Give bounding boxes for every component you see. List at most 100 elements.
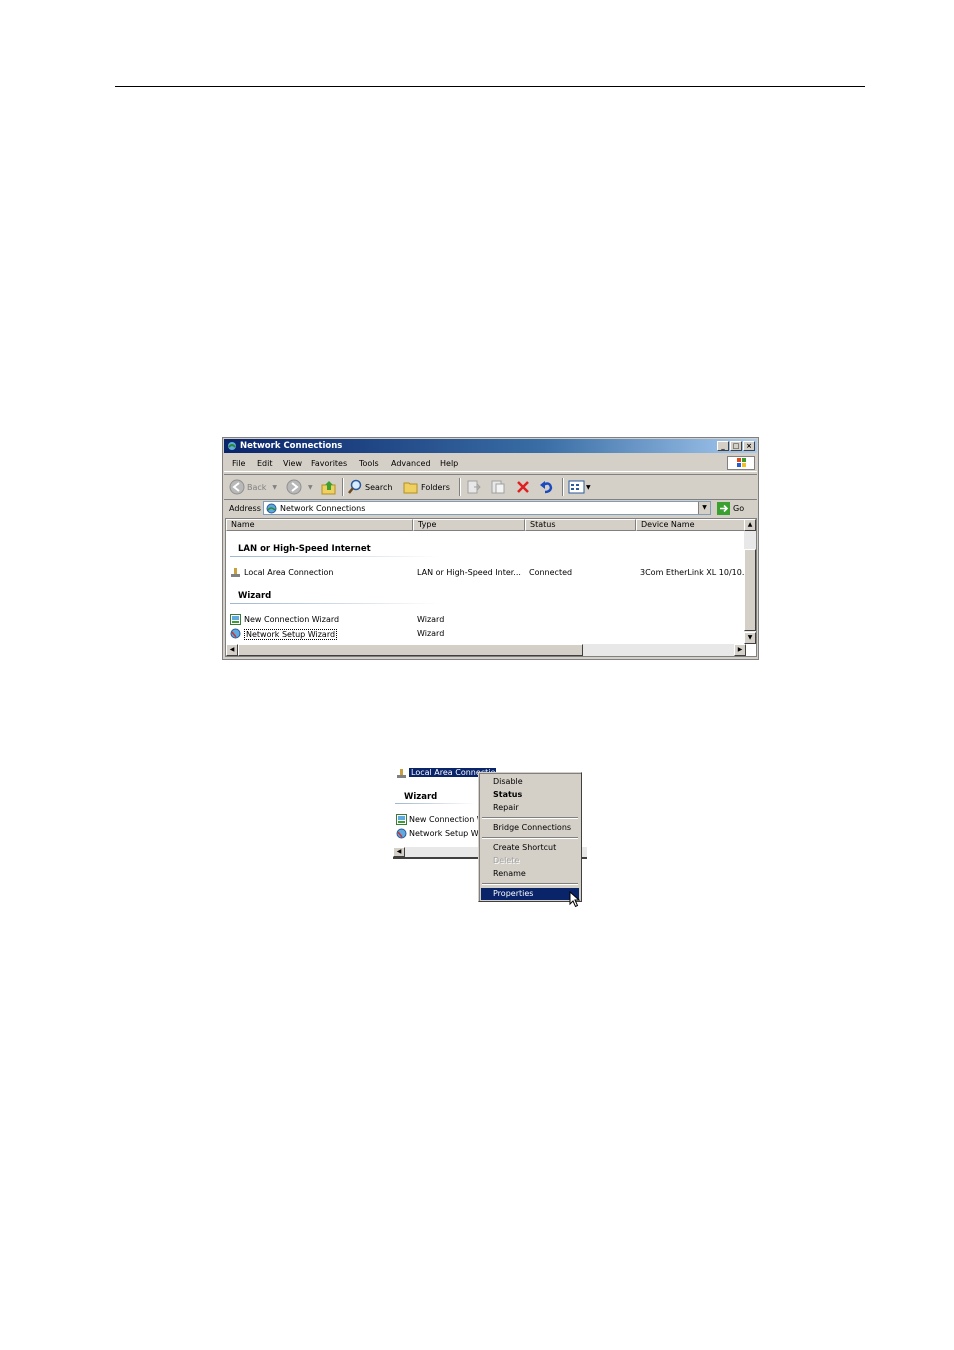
title-bar[interactable]: Network Connections _ □ × xyxy=(224,439,757,453)
copy-to-icon xyxy=(491,480,505,494)
scroll-right-icon[interactable]: ▶ xyxy=(734,644,746,656)
group-divider xyxy=(395,803,475,804)
up-folder-icon xyxy=(321,481,336,495)
back-arrow-icon xyxy=(229,479,245,495)
horizontal-scrollbar[interactable]: ◀ ▶ xyxy=(226,644,746,656)
menu-tools[interactable]: Tools xyxy=(359,459,379,468)
search-button[interactable]: Search xyxy=(347,479,392,495)
row-type: LAN or High-Speed Inter... xyxy=(417,568,521,577)
row-type: Wizard xyxy=(417,615,445,624)
toolbar: Back ▼ ▼ Search Folders ▼ xyxy=(224,474,757,500)
address-field[interactable]: Network Connections ▼ xyxy=(263,501,711,515)
go-button[interactable]: Go xyxy=(717,501,744,515)
group-header-lan: LAN or High-Speed Internet xyxy=(238,544,371,554)
network-globe-icon xyxy=(266,503,277,514)
vertical-scroll-thumb[interactable] xyxy=(744,549,756,631)
connections-list: Name Type Status Device Name LAN or High… xyxy=(225,518,757,657)
go-arrow-icon xyxy=(717,501,730,515)
row-type: Wizard xyxy=(417,629,445,638)
views-button[interactable]: ▼ xyxy=(568,479,591,495)
copy-to-button[interactable] xyxy=(490,479,506,495)
column-header-type[interactable]: Type xyxy=(413,519,525,531)
row-device: 3Com EtherLink XL 10/10... xyxy=(640,568,750,577)
lan-connection-icon xyxy=(231,568,240,577)
toolbar-separator xyxy=(562,478,564,496)
horizontal-scroll-thumb[interactable] xyxy=(238,644,583,656)
delete-button[interactable] xyxy=(515,479,531,495)
group-divider xyxy=(230,556,440,557)
scroll-down-icon[interactable]: ▼ xyxy=(744,632,756,644)
menu-advanced[interactable]: Advanced xyxy=(391,459,431,468)
lan-connection-icon xyxy=(397,769,406,778)
toolbar-separator xyxy=(459,478,461,496)
back-dropdown-icon[interactable]: ▼ xyxy=(272,484,277,491)
move-to-button[interactable] xyxy=(466,479,482,495)
menu-edit[interactable]: Edit xyxy=(257,459,273,468)
address-value: Network Connections xyxy=(280,504,366,513)
scroll-up-icon[interactable]: ▲ xyxy=(744,519,756,531)
address-bar: Address Network Connections ▼ Go xyxy=(224,500,757,516)
vertical-scrollbar[interactable]: ▲ ▼ xyxy=(744,519,756,644)
search-icon xyxy=(348,479,362,494)
menu-separator xyxy=(482,883,578,885)
menu-file[interactable]: File xyxy=(232,459,245,468)
forward-dropdown-icon[interactable]: ▼ xyxy=(308,484,313,491)
toolbar-separator xyxy=(342,478,344,496)
group-header-wizard: Wizard xyxy=(404,792,438,802)
scroll-left-icon[interactable]: ◀ xyxy=(226,644,238,656)
menu-favorites[interactable]: Favorites xyxy=(311,459,347,468)
windows-logo-icon xyxy=(727,456,755,470)
row-name: Local Area Connection xyxy=(244,568,334,577)
folders-button[interactable]: Folders xyxy=(403,479,450,495)
menu-item-delete: Delete xyxy=(493,856,520,865)
row-status: Connected xyxy=(529,568,573,577)
minimize-button[interactable]: _ xyxy=(717,441,729,451)
group-header-wizard: Wizard xyxy=(238,591,272,601)
menu-separator xyxy=(482,837,578,839)
row-name: Network Setup Wizard xyxy=(244,629,338,640)
network-setup-wizard-icon xyxy=(396,828,407,839)
column-header-name[interactable]: Name xyxy=(226,519,413,531)
menu-item-status[interactable]: Status xyxy=(481,789,579,801)
row-name: New Connection Wizard xyxy=(244,615,340,624)
menu-separator xyxy=(482,817,578,819)
page-header-rule xyxy=(115,86,865,87)
list-item[interactable]: Network Setup Wi xyxy=(409,829,481,838)
menu-bar: File Edit View Favorites Tools Advanced … xyxy=(224,455,757,472)
menu-item-bridge-connections[interactable]: Bridge Connections xyxy=(481,822,579,834)
address-dropdown-icon[interactable]: ▼ xyxy=(698,502,710,514)
undo-button[interactable] xyxy=(539,479,555,495)
column-header-status[interactable]: Status xyxy=(525,519,636,531)
menu-help[interactable]: Help xyxy=(440,459,458,468)
menu-item-rename[interactable]: Rename xyxy=(481,868,579,880)
views-dropdown-icon[interactable]: ▼ xyxy=(586,484,591,491)
network-setup-wizard-icon xyxy=(230,628,241,639)
mouse-cursor-icon xyxy=(569,891,581,908)
scroll-left-icon[interactable]: ◀ xyxy=(393,847,405,857)
context-menu: Disable Status Repair Bridge Connections… xyxy=(478,772,582,902)
back-button[interactable]: Back ▼ xyxy=(229,479,277,495)
network-connections-window: Network Connections _ □ × File Edit View… xyxy=(222,437,759,660)
address-label: Address xyxy=(229,504,261,513)
close-button[interactable]: × xyxy=(743,441,755,451)
menu-item-create-shortcut[interactable]: Create Shortcut xyxy=(481,842,579,854)
column-header-device-name[interactable]: Device Name xyxy=(636,519,746,531)
network-connections-icon xyxy=(228,442,236,450)
window-title: Network Connections xyxy=(240,441,343,451)
menu-item-repair[interactable]: Repair xyxy=(481,802,579,814)
views-grid-icon xyxy=(568,480,585,494)
folders-icon xyxy=(403,482,418,494)
new-connection-wizard-icon xyxy=(396,814,407,825)
group-divider xyxy=(230,603,440,604)
forward-arrow-icon xyxy=(286,479,302,495)
new-connection-wizard-icon xyxy=(230,614,241,625)
menu-item-disable[interactable]: Disable xyxy=(481,776,579,788)
menu-item-properties[interactable]: Properties xyxy=(481,888,579,900)
up-folder-button[interactable] xyxy=(321,479,337,495)
undo-icon xyxy=(540,481,553,494)
delete-x-icon xyxy=(517,481,529,493)
list-item[interactable]: New Connection W xyxy=(409,815,485,824)
menu-view[interactable]: View xyxy=(283,459,302,468)
maximize-button[interactable]: □ xyxy=(730,441,742,451)
forward-button[interactable]: ▼ xyxy=(286,479,313,495)
